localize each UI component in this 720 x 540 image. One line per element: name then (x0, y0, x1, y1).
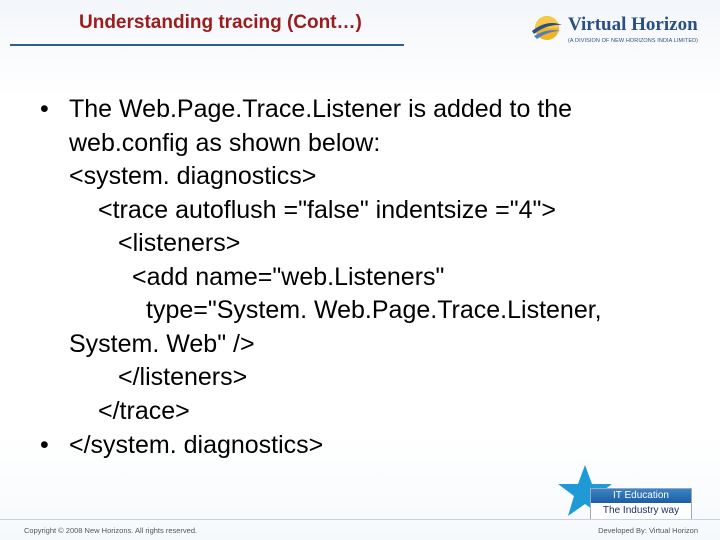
code-line: <add name="web.Listeners" (132, 262, 445, 291)
bullet-dot-icon: • (40, 431, 49, 459)
badge-box: IT Education The Industry way (590, 488, 692, 520)
title-underline (10, 44, 404, 46)
bullet-dot-icon: • (40, 95, 49, 123)
footer-divider (0, 519, 720, 520)
bullet-item-1: • The Web.Page.Trace.Listener is added t… (40, 93, 710, 428)
code-line: <system. diagnostics> (69, 162, 317, 190)
text-line: The Web.Page.Trace.Listener is added to … (69, 95, 573, 123)
logo-wordmark: Virtual Horizon (568, 14, 698, 35)
badge-line-2: The Industry way (602, 505, 680, 516)
code-line: </system. diagnostics> (69, 431, 324, 459)
badge-line-1: IT Education (591, 489, 691, 503)
bullet-list: • The Web.Page.Trace.Listener is added t… (40, 93, 710, 463)
globe-emblem-icon (532, 16, 562, 40)
code-line: System. Web" /> (69, 329, 255, 358)
bullet-item-2: • </system. diagnostics> (40, 429, 710, 463)
code-line: <trace autoflush ="false" indentsize ="4… (98, 195, 557, 224)
code-line: </trace> (98, 396, 190, 425)
slide-title: Understanding tracing (Cont…) (79, 12, 362, 33)
footer-developer: Developed By: Virtual Horizon (598, 526, 698, 535)
it-education-badge: IT Education The Industry way (555, 463, 695, 523)
virtual-horizon-logo: Virtual Horizon (A DIVISION OF NEW HORIZ… (530, 8, 715, 52)
code-line: type="System. Web.Page.Trace.Listener, (146, 296, 602, 324)
code-line: <listeners> (118, 229, 241, 257)
text-line: web.config as shown below: (69, 128, 381, 157)
logo-subtitle: (A DIVISION OF NEW HORIZONS INDIA LIMITE… (568, 38, 699, 44)
footer-copyright: Copyright © 2008 New Horizons. All right… (24, 526, 198, 535)
code-line: </listeners> (118, 363, 248, 391)
